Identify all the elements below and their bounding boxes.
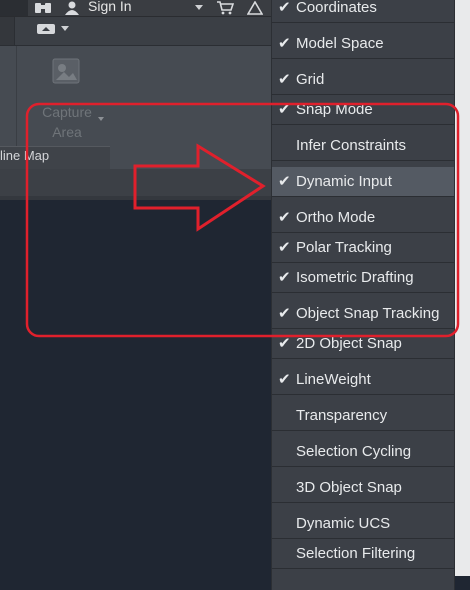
menu-item-label: 2D Object Snap: [296, 335, 402, 352]
menu-item-snap-mode[interactable]: ✔ Snap Mode: [272, 95, 454, 125]
menu-item-label: LineWeight: [296, 371, 371, 388]
menu-item-grid[interactable]: ✔ Grid: [272, 65, 454, 95]
capture-area-icon: [52, 58, 80, 84]
menu-item-infer-constraints[interactable]: Infer Constraints: [272, 131, 454, 161]
menu-item-transparency[interactable]: Transparency: [272, 401, 454, 431]
menu-item-label: Transparency: [296, 407, 388, 424]
chevron-down-icon: [61, 26, 69, 31]
user-icon[interactable]: [62, 0, 82, 16]
capture-area-dropdown-icon[interactable]: [98, 117, 104, 121]
sign-in-link[interactable]: Sign In: [88, 0, 132, 14]
menu-item-label: Ortho Mode: [296, 209, 376, 226]
menu-item-label: Polar Tracking: [296, 239, 392, 256]
menu-item-2d-object-snap[interactable]: ✔ 2D Object Snap: [272, 329, 454, 359]
menu-item-object-snap-tracking[interactable]: ✔ Object Snap Tracking: [272, 299, 454, 329]
check-icon: ✔: [278, 269, 291, 286]
menu-item-polar-tracking[interactable]: ✔ Polar Tracking: [272, 233, 454, 263]
menu-item-label: Isometric Drafting: [296, 269, 414, 286]
menu-item-label: Model Space: [296, 35, 384, 52]
help-icon[interactable]: [244, 0, 266, 16]
menu-item-isometric-drafting[interactable]: ✔ Isometric Drafting: [272, 263, 454, 293]
check-icon: ✔: [278, 209, 291, 226]
menu-item-label: Infer Constraints: [296, 137, 407, 154]
top-toolbar-left-segment: [0, 0, 28, 16]
menu-item-label: Selection Cycling: [296, 443, 412, 460]
check-icon: ✔: [278, 101, 291, 118]
sign-in-dropdown-icon[interactable]: [192, 0, 206, 16]
menu-item-selection-cycling[interactable]: Selection Cycling: [272, 437, 454, 467]
menu-item-label: Selection Filtering: [296, 545, 416, 562]
check-icon: ✔: [278, 35, 291, 52]
check-icon: ✔: [278, 173, 291, 190]
cart-icon[interactable]: [214, 0, 236, 16]
menu-item-coordinates[interactable]: ✔ Coordinates: [272, 0, 454, 23]
menu-item-dynamic-input[interactable]: ✔ Dynamic Input: [272, 167, 454, 197]
panel-label: line Map: [0, 148, 50, 163]
check-icon: ✔: [278, 335, 291, 352]
menu-item-model-space[interactable]: ✔ Model Space: [272, 29, 454, 59]
check-icon: ✔: [278, 239, 291, 256]
status-bar-customization-menu: ✔ Coordinates ✔ Model Space ✔ Grid ✔ Sna…: [271, 0, 455, 590]
ribbon-divider: [16, 46, 17, 146]
menu-item-label: Dynamic UCS: [296, 515, 391, 532]
menu-item-selection-filtering[interactable]: Selection Filtering: [272, 539, 454, 569]
capture-area-label: Capture Area: [26, 102, 108, 142]
menu-item-label: Snap Mode: [296, 101, 373, 118]
menu-item-label: Dynamic Input: [296, 173, 392, 190]
check-icon: ✔: [278, 305, 291, 322]
ribbon-tab-bar-left-segment: [0, 17, 15, 45]
view-toggle-icon: [37, 24, 55, 34]
menu-item-3d-object-snap[interactable]: 3D Object Snap: [272, 473, 454, 503]
check-icon: ✔: [278, 71, 291, 88]
menu-item-label: Object Snap Tracking: [296, 305, 440, 322]
panel-view-button[interactable]: [36, 23, 69, 35]
menu-item-lineweight[interactable]: ✔ LineWeight: [272, 365, 454, 395]
menu-item-dynamic-ucs[interactable]: Dynamic UCS: [272, 509, 454, 539]
check-icon: ✔: [278, 371, 291, 388]
capture-area-label-line1: Capture: [42, 104, 92, 120]
menu-item-label: Coordinates: [296, 0, 377, 16]
menu-item-label: 3D Object Snap: [296, 479, 402, 496]
menu-item-label: Grid: [296, 71, 325, 88]
capture-area-label-line2: Area: [52, 124, 82, 140]
binoculars-icon[interactable]: [32, 0, 54, 16]
check-icon: ✔: [278, 0, 291, 16]
menu-item-ortho-mode[interactable]: ✔ Ortho Mode: [272, 203, 454, 233]
